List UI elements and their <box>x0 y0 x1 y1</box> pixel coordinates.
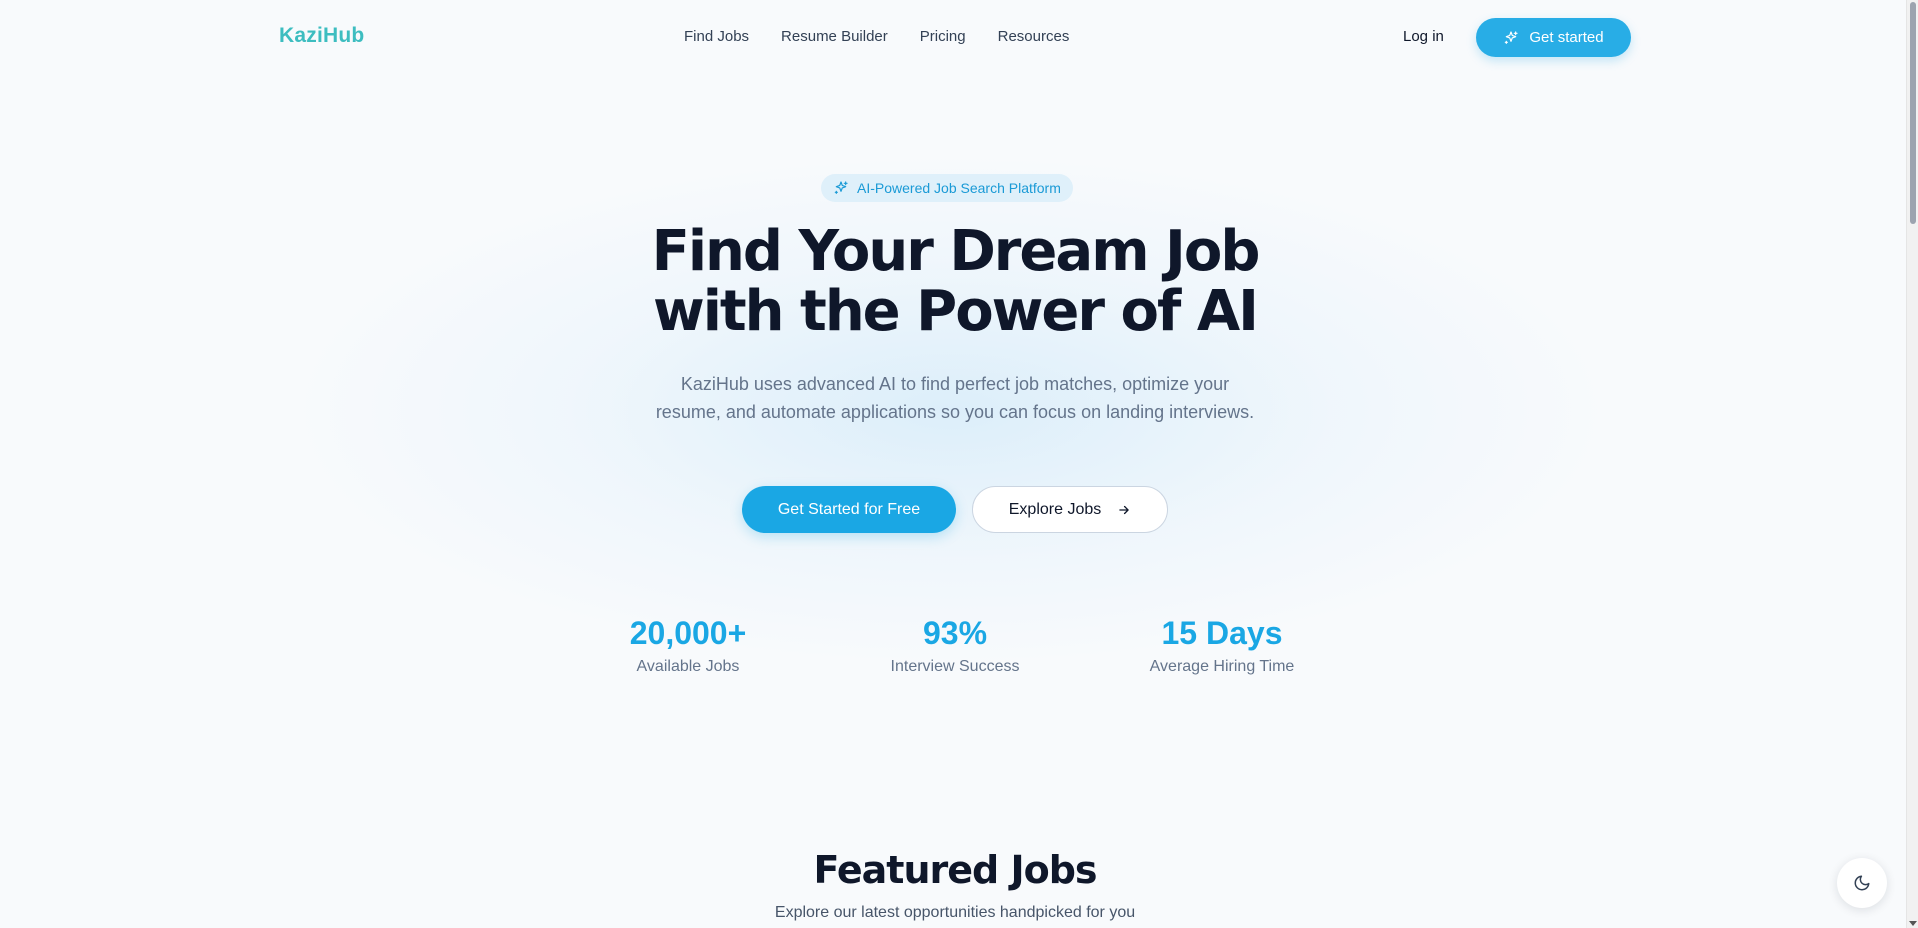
sparkles-icon <box>1505 30 1518 44</box>
explore-jobs-button[interactable]: Explore Jobs <box>972 486 1168 533</box>
arrow-right-icon <box>1119 505 1129 514</box>
nav-resources[interactable]: Resources <box>998 28 1070 45</box>
stat-value: 93% <box>922 615 988 651</box>
hero-badge-label: AI-Powered Job Search Platform <box>857 180 1061 196</box>
moon-icon <box>1854 875 1870 891</box>
scroll-down-arrow-icon[interactable] <box>1909 921 1917 926</box>
stat-available-jobs: 20,000+ Available Jobs <box>578 614 798 676</box>
stat-label: Interview Success <box>890 658 1020 675</box>
stat-label: Average Hiring Time <box>1149 658 1295 675</box>
featured-jobs-subtitle: Explore our latest opportunities handpic… <box>774 904 1136 921</box>
hero-subtitle: KaziHub uses advanced AI to find perfect… <box>655 374 1255 422</box>
sparkles-icon <box>834 181 848 194</box>
scrollbar-thumb[interactable] <box>1910 2 1916 224</box>
page-scrollbar[interactable] <box>1906 0 1918 928</box>
stat-hiring-time: 15 Days Average Hiring Time <box>1112 614 1332 676</box>
nav-resume-builder[interactable]: Resume Builder <box>781 28 888 45</box>
login-link[interactable]: Log in <box>1403 28 1444 45</box>
site-header: KaziHub Find Jobs Resume Builder Pricing… <box>0 0 1906 76</box>
hero-badge: AI-Powered Job Search Platform <box>821 174 1073 202</box>
hero-title-line-1: Find Your Dream Job <box>651 219 1261 284</box>
get-started-button[interactable]: Get started <box>1476 18 1631 57</box>
stat-label: Available Jobs <box>636 658 740 675</box>
featured-jobs-title: Featured Jobs <box>813 848 1097 892</box>
explore-jobs-label: Explore Jobs <box>1008 500 1102 518</box>
logo[interactable]: KaziHub <box>279 24 364 48</box>
hero-title: Find Your Dream Job with the Power of AI <box>560 222 1350 342</box>
main-nav: Find Jobs Resume Builder Pricing Resourc… <box>684 28 1069 45</box>
stat-value: 15 Days <box>1161 615 1283 651</box>
get-started-free-button[interactable]: Get Started for Free <box>742 486 956 533</box>
stat-value: 20,000+ <box>629 615 747 651</box>
theme-toggle-button[interactable] <box>1837 858 1887 908</box>
landing-page: KaziHub Find Jobs Resume Builder Pricing… <box>0 0 1918 928</box>
get-started-label: Get started <box>1529 29 1604 46</box>
stat-interview-success: 93% Interview Success <box>845 614 1065 676</box>
nav-find-jobs[interactable]: Find Jobs <box>684 28 749 45</box>
nav-pricing[interactable]: Pricing <box>920 28 966 45</box>
hero-title-line-2: with the Power of AI <box>652 279 1259 344</box>
